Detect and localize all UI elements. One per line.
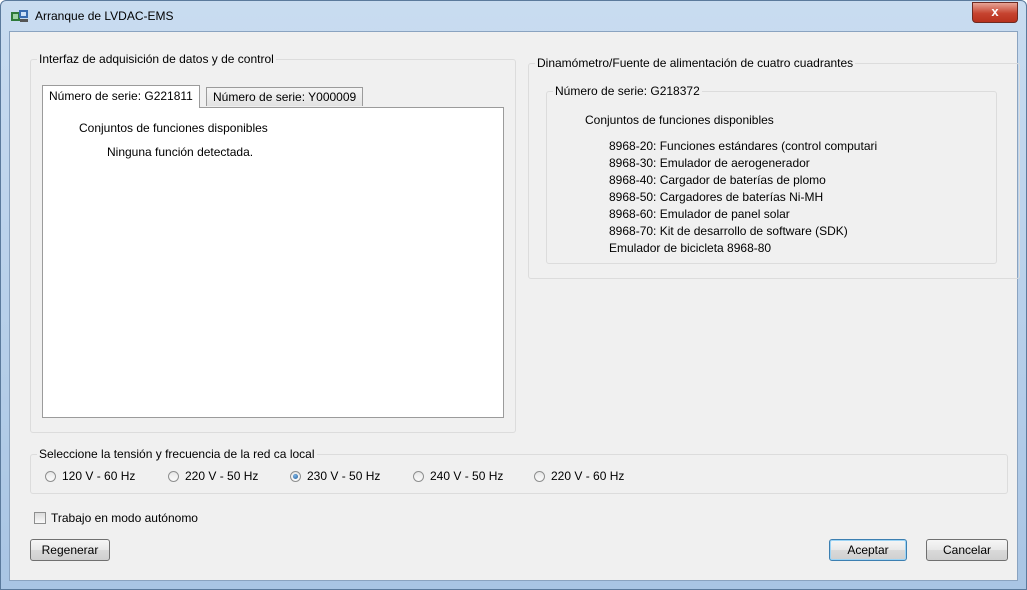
radio-label: 220 V - 60 Hz: [551, 469, 625, 483]
function-item: 8968-30: Emulador de aerogenerador: [609, 156, 810, 170]
regenerate-button[interactable]: Regenerar: [30, 539, 110, 561]
voltage-frequency-group-label: Seleccione la tensión y frecuencia de la…: [37, 447, 317, 461]
radio-circle-selected[interactable]: [290, 470, 301, 482]
no-function-message: Ninguna función detectada.: [107, 145, 254, 159]
radio-label: 240 V - 50 Hz: [430, 469, 504, 483]
voltage-frequency-group: Seleccione la tensión y frecuencia de la…: [30, 447, 1008, 494]
checkbox-label: Trabajo en modo autónomo: [51, 511, 198, 525]
button-label: Aceptar: [847, 543, 889, 557]
tab-label: Número de serie: Y000009: [213, 90, 357, 104]
tab-serial-y000009[interactable]: Número de serie: Y000009: [206, 87, 364, 106]
checkbox-box[interactable]: [34, 512, 46, 524]
button-label: Regenerar: [41, 543, 99, 557]
radio-220v-60hz[interactable]: 220 V - 60 Hz: [534, 469, 624, 483]
standalone-mode-checkbox[interactable]: Trabajo en modo autónomo: [34, 511, 198, 525]
panel-heading: Conjuntos de funciones disponibles: [79, 121, 268, 135]
dynamometer-group-label: Dinamómetro/Fuente de alimentación de cu…: [535, 56, 856, 70]
radio-230v-50hz[interactable]: 230 V - 50 Hz: [290, 469, 380, 483]
function-item: 8968-40: Cargador de baterías de plomo: [609, 173, 826, 187]
accept-button[interactable]: Aceptar: [829, 539, 907, 561]
app-icon: [11, 9, 29, 23]
radio-240v-50hz[interactable]: 240 V - 50 Hz: [413, 469, 503, 483]
function-item: 8968-60: Emulador de panel solar: [609, 207, 790, 221]
function-item: 8968-70: Kit de desarrollo de software (…: [609, 224, 848, 238]
radio-label: 220 V - 50 Hz: [185, 469, 259, 483]
radio-120v-60hz[interactable]: 120 V - 60 Hz: [45, 469, 135, 483]
functions-heading: Conjuntos de funciones disponibles: [585, 113, 774, 127]
function-item: 8968-50: Cargadores de baterías Ni-MH: [609, 190, 824, 204]
tab-serial-g221811[interactable]: Número de serie: G221811: [42, 85, 200, 108]
dynamometer-group: Dinamómetro/Fuente de alimentación de cu…: [528, 56, 1020, 279]
daq-interface-group: Interfaz de adquisición de datos y de co…: [30, 52, 516, 433]
tab-panel: Conjuntos de funciones disponibles Ningu…: [42, 107, 504, 418]
function-item: Emulador de bicicleta 8968-80: [609, 241, 772, 255]
serial-number-label: Número de serie: G218372: [553, 84, 702, 98]
function-item: 8968-20: Funciones estándares (control c…: [609, 139, 878, 153]
close-button[interactable]: x: [972, 2, 1018, 23]
startup-window: Arranque de LVDAC-EMS x Interfaz de adqu…: [0, 0, 1027, 590]
radio-circle[interactable]: [534, 470, 545, 482]
cancel-button[interactable]: Cancelar: [926, 539, 1008, 561]
radio-circle[interactable]: [168, 470, 179, 482]
dialog-client-area: Interfaz de adquisición de datos y de co…: [9, 31, 1020, 581]
window-title: Arranque de LVDAC-EMS: [35, 9, 174, 23]
title-bar[interactable]: Arranque de LVDAC-EMS x: [1, 1, 1026, 31]
serial-subgroup: Número de serie: G218372 Conjuntos de fu…: [546, 84, 997, 264]
button-label: Cancelar: [942, 543, 992, 557]
tab-label: Número de serie: G221811: [49, 89, 193, 103]
close-icon: x: [991, 4, 999, 19]
radio-label: 120 V - 60 Hz: [62, 469, 136, 483]
radio-220v-50hz[interactable]: 220 V - 50 Hz: [168, 469, 258, 483]
daq-interface-group-label: Interfaz de adquisición de datos y de co…: [37, 52, 276, 66]
radio-circle[interactable]: [45, 470, 56, 482]
functions-list: 8968-20: Funciones estándares (control c…: [609, 139, 877, 258]
radio-circle[interactable]: [413, 470, 424, 482]
radio-label: 230 V - 50 Hz: [307, 469, 381, 483]
